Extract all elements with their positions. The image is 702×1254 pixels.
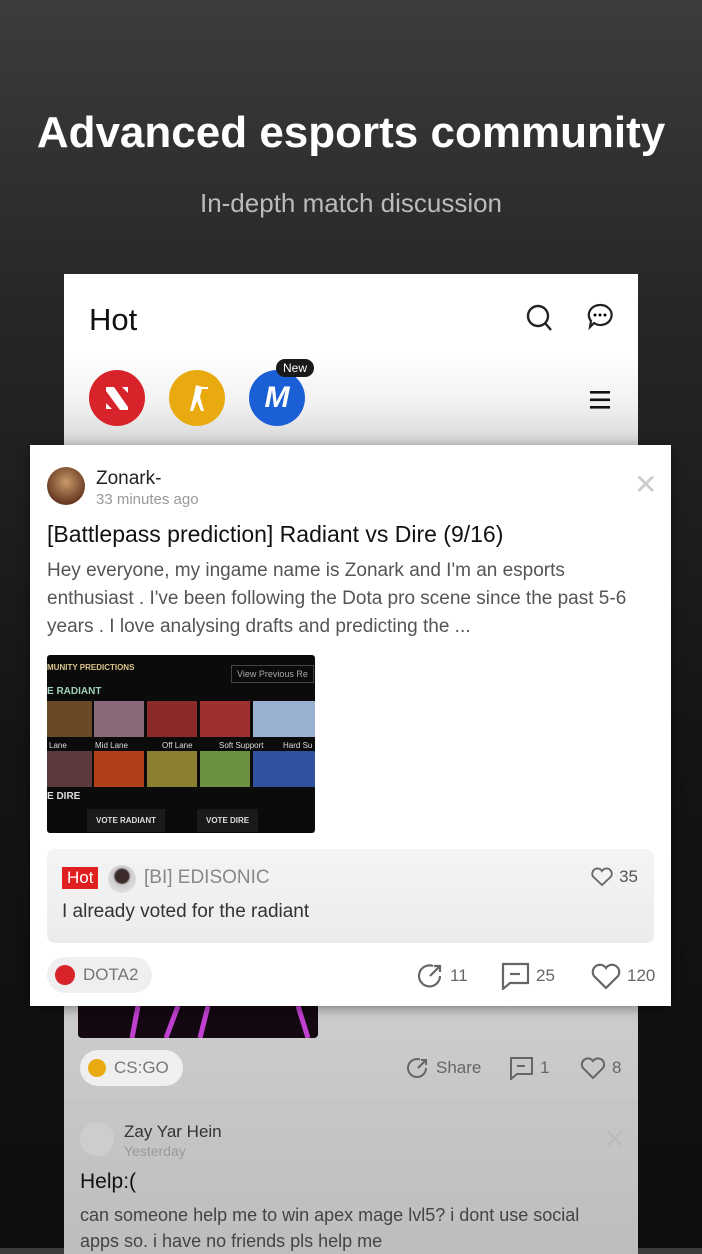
like-button[interactable]: 8 [580, 1056, 621, 1080]
image-text: MUNITY PREDICTIONS [47, 663, 135, 672]
hero-portrait [253, 751, 315, 787]
post-body: can someone help me to win apex mage lvl… [80, 1205, 580, 1251]
share-button[interactable]: Share [406, 1056, 481, 1080]
tag-label: DOTA2 [83, 965, 139, 984]
share-icon [417, 964, 442, 988]
game-tag[interactable]: CS:GO [80, 1050, 183, 1086]
top-comment[interactable]: Hot [BI] EDISONIC 35 I already voted for… [47, 849, 654, 943]
post-author[interactable]: Zonark- [96, 468, 161, 490]
game-tag[interactable]: DOTA2 [47, 957, 153, 993]
comment-text: I already voted for the radiant [62, 901, 310, 922]
close-icon[interactable]: ✕ [604, 1124, 626, 1155]
hot-badge: Hot [62, 867, 99, 889]
divider [64, 1100, 638, 1104]
share-label: Share [436, 1058, 482, 1077]
image-text: VOTE RADIANT [87, 809, 165, 832]
comment-author[interactable]: [BI] EDISONIC [144, 867, 270, 889]
avatar[interactable] [80, 1122, 114, 1156]
hero-portrait [94, 751, 144, 787]
hero-portrait [147, 701, 197, 737]
game-m-button[interactable]: M [249, 370, 305, 426]
share-icon [407, 1058, 427, 1078]
subheadline: In-depth match discussion [199, 188, 503, 218]
hero-portrait [47, 751, 92, 787]
menu-icon[interactable] [590, 390, 612, 410]
image-text: Lane [49, 741, 67, 750]
post-card[interactable]: Zonark- 33 minutes ago ✕ [Battlepass pre… [30, 445, 671, 1006]
post-image[interactable]: MUNITY PREDICTIONS View Previous Re E RA… [47, 655, 315, 833]
dota2-icon [55, 965, 75, 985]
hero-portrait [147, 751, 197, 787]
comment-button[interactable]: 1 [508, 1056, 549, 1080]
post-title[interactable]: [Battlepass prediction] Radiant vs Dire … [47, 521, 503, 548]
post-title[interactable]: Help:( [80, 1170, 136, 1194]
messages-icon[interactable] [586, 302, 614, 332]
headline: Advanced esports community [36, 108, 666, 157]
like-count: 8 [612, 1058, 622, 1077]
post-author[interactable]: Zay Yar Hein [124, 1122, 222, 1142]
like-button[interactable]: 120 [591, 962, 655, 990]
hero-portrait [253, 701, 315, 737]
avatar[interactable] [108, 865, 136, 893]
new-badge: New [276, 359, 315, 377]
game-dota2-button[interactable] [89, 370, 145, 426]
post-time: 33 minutes ago [96, 491, 199, 508]
image-text: VOTE DIRE [197, 809, 259, 832]
comment-like-button[interactable]: 35 [591, 867, 638, 887]
heart-icon [580, 1057, 606, 1080]
image-text: Soft Support [219, 741, 264, 750]
heart-icon [591, 963, 621, 990]
dota2-icon [106, 387, 128, 410]
tag-label: CS:GO [114, 1058, 169, 1077]
comment-icon [501, 962, 530, 990]
game-csgo-button[interactable] [169, 370, 225, 426]
heart-icon [591, 867, 613, 887]
page-title: Hot [89, 302, 138, 337]
like-count: 120 [627, 966, 656, 985]
hero-portrait [200, 751, 250, 787]
hero-portrait [47, 701, 92, 737]
hero-portrait [200, 701, 250, 737]
image-text: Off Lane [162, 741, 193, 750]
image-text: E RADIANT [47, 686, 102, 697]
csgo-icon [88, 1059, 106, 1077]
image-text: Mid Lane [95, 741, 128, 750]
comment-like-count: 35 [619, 867, 638, 886]
share-button[interactable]: 11 [416, 962, 468, 990]
hero-portrait [94, 701, 144, 737]
comment-button[interactable]: 25 [500, 962, 555, 990]
comment-icon [510, 1057, 533, 1080]
post-image[interactable] [78, 1006, 318, 1038]
post-time: Yesterday [124, 1143, 186, 1159]
image-text: Hard Su [283, 741, 313, 750]
avatar[interactable] [47, 467, 85, 505]
close-icon[interactable]: ✕ [634, 471, 657, 499]
search-icon[interactable] [526, 304, 554, 332]
csgo-icon [190, 385, 208, 411]
image-text: View Previous Re [231, 665, 314, 683]
share-count: 11 [450, 966, 468, 985]
image-text: E DIRE [47, 791, 81, 802]
comment-count: 25 [536, 966, 555, 985]
post-body: Hey everyone, my ingame name is Zonark a… [47, 560, 627, 637]
comment-count: 1 [540, 1058, 550, 1077]
